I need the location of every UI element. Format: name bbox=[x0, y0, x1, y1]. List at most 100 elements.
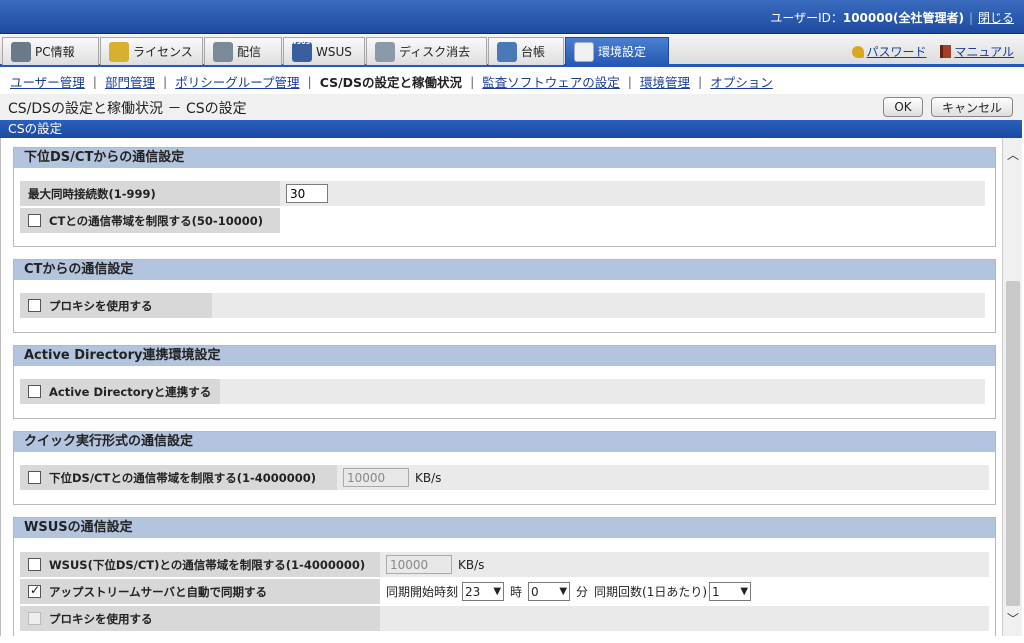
ct-proxy-checkbox[interactable] bbox=[28, 299, 41, 312]
group-title: CTからの通信設定 bbox=[14, 260, 995, 280]
section-title: CSの設定 bbox=[0, 120, 1022, 138]
unit-label: KB/s bbox=[458, 557, 485, 572]
ad-link-checkbox[interactable] bbox=[28, 385, 41, 398]
ledger-icon bbox=[497, 41, 517, 62]
tab-license[interactable]: ライセンス bbox=[100, 37, 203, 65]
wsus-bandwidth-row: WSUS(下位DS/CT)との通信帯域を制限する(1-4000000) KB/s bbox=[20, 552, 989, 578]
scrollbar-thumb[interactable] bbox=[1006, 281, 1020, 606]
max-connections-label: 最大同時接続数(1-999) bbox=[20, 181, 280, 207]
tab-label: ライセンス bbox=[133, 45, 193, 59]
wsus-proxy-value-cell bbox=[380, 606, 989, 632]
group-title: WSUSの通信設定 bbox=[14, 518, 995, 538]
tab-label: 台帳 bbox=[521, 45, 546, 59]
ok-button[interactable]: OK bbox=[883, 97, 923, 117]
distribution-icon bbox=[213, 41, 233, 62]
subnav-options[interactable]: オプション bbox=[710, 72, 773, 91]
tab-disk-erase[interactable]: ディスク消去 bbox=[366, 37, 487, 65]
tab-ledger[interactable]: 台帳 bbox=[488, 37, 564, 65]
divider: | bbox=[307, 73, 312, 89]
sync-hour-value: 23 bbox=[465, 584, 481, 599]
wsus-bandwidth-input[interactable] bbox=[386, 555, 452, 574]
wsus-proxy-row: プロキシを使用する bbox=[20, 606, 989, 632]
wsus-proxy-checkbox[interactable] bbox=[28, 612, 41, 625]
chevron-down-icon: ▼ bbox=[493, 586, 502, 597]
ct-proxy-row: プロキシを使用する bbox=[20, 293, 985, 319]
pc-icon bbox=[11, 41, 31, 62]
wsus-bandwidth-label: WSUS(下位DS/CT)との通信帯域を制限する(1-4000000) bbox=[49, 557, 366, 572]
ct-bandwidth-label-cell: CTとの通信帯域を制限する(50-10000) bbox=[20, 208, 280, 234]
tab-settings[interactable]: 環境設定 bbox=[565, 37, 669, 65]
key-icon bbox=[851, 46, 864, 58]
wsus-sync-label-cell: アップストリームサーバと自動で同期する bbox=[20, 579, 380, 605]
tab-label: 配信 bbox=[237, 45, 262, 59]
ct-bandwidth-row: CTとの通信帯域を制限する(50-10000) bbox=[20, 208, 985, 234]
page-header: CS/DSの設定と稼働状況 － CSの設定 OK キャンセル bbox=[0, 94, 1024, 120]
max-connections-row: 最大同時接続数(1-999) bbox=[20, 181, 985, 207]
divider: | bbox=[470, 73, 475, 89]
quick-bandwidth-value-cell: KB/s bbox=[337, 465, 989, 491]
quick-bandwidth-input[interactable] bbox=[343, 468, 409, 487]
group-wsus-communication: WSUSの通信設定 WSUS(下位DS/CT)との通信帯域を制限する(1-400… bbox=[13, 517, 996, 636]
wsus-proxy-label: プロキシを使用する bbox=[49, 611, 153, 626]
user-id-label: ユーザーID： bbox=[770, 11, 843, 25]
ct-bandwidth-value-cell bbox=[280, 208, 985, 234]
ad-link-label: Active Directoryと連携する bbox=[49, 384, 212, 399]
wsus-bandwidth-label-cell: WSUS(下位DS/CT)との通信帯域を制限する(1-4000000) bbox=[20, 552, 380, 578]
user-id-value: 100000(全社管理者) bbox=[842, 11, 964, 25]
wsus-sync-checkbox[interactable] bbox=[28, 583, 41, 598]
wsus-proxy-label-cell: プロキシを使用する bbox=[20, 606, 380, 632]
manual-link[interactable]: マニュアル bbox=[954, 45, 1014, 59]
tab-distribution[interactable]: 配信 bbox=[204, 37, 282, 65]
sync-hour-select[interactable]: 23 ▼ bbox=[462, 582, 505, 601]
subnav-audit-software[interactable]: 監査ソフトウェアの設定 bbox=[482, 72, 620, 91]
chevron-down-icon: ▼ bbox=[559, 586, 568, 597]
settings-tools-icon bbox=[574, 41, 594, 62]
max-connections-value-cell bbox=[280, 181, 985, 207]
tab-label: 環境設定 bbox=[598, 45, 647, 59]
group-title: クイック実行形式の通信設定 bbox=[14, 432, 995, 452]
ad-link-label-cell: Active Directoryと連携する bbox=[20, 379, 220, 405]
wsus-icon bbox=[290, 39, 312, 62]
sub-navigation: ユーザー管理 | 部門管理 | ポリシーグループ管理 | CS/DSの設定と稼働状況 |… bbox=[0, 70, 1024, 92]
scroll-down-icon[interactable]: ﹀ bbox=[1003, 610, 1023, 628]
top-right-links: パスワード マニュアル bbox=[851, 43, 1014, 60]
subnav-department-management[interactable]: 部門管理 bbox=[105, 72, 155, 91]
quick-bandwidth-checkbox[interactable] bbox=[28, 471, 41, 484]
divider: | bbox=[163, 73, 168, 89]
cancel-button[interactable]: キャンセル bbox=[931, 97, 1013, 117]
subnav-user-management[interactable]: ユーザー管理 bbox=[10, 72, 85, 91]
group-active-directory: Active Directory連携環境設定 Active Directoryと… bbox=[13, 345, 996, 419]
vertical-scrollbar[interactable]: ︿ ﹀ bbox=[1002, 138, 1022, 636]
sync-count-value: 1 bbox=[712, 584, 720, 599]
sync-minute-value: 0 bbox=[531, 584, 539, 599]
sync-count-label: 同期回数(1日あたり) bbox=[594, 585, 708, 599]
tab-pc-info[interactable]: PC情報 bbox=[2, 37, 99, 65]
minute-unit: 分 bbox=[576, 585, 589, 599]
subnav-environment-management[interactable]: 環境管理 bbox=[640, 72, 690, 91]
license-icon bbox=[109, 41, 129, 62]
scroll-up-icon[interactable]: ︿ bbox=[1003, 146, 1023, 164]
group-title: 下位DS/CTからの通信設定 bbox=[14, 148, 995, 168]
tab-label: ディスク消去 bbox=[399, 45, 471, 59]
group-lower-communication: 下位DS/CTからの通信設定 最大同時接続数(1-999) CTとの通信帯域を制… bbox=[13, 147, 996, 247]
ct-proxy-label-cell: プロキシを使用する bbox=[20, 293, 212, 319]
subnav-policy-group-management[interactable]: ポリシーグループ管理 bbox=[175, 72, 299, 91]
wsus-sync-label: アップストリームサーバと自動で同期する bbox=[49, 584, 268, 599]
tab-wsus[interactable]: WSUS bbox=[283, 37, 365, 65]
ct-bandwidth-checkbox[interactable] bbox=[28, 214, 41, 227]
wsus-sync-value-cell: 同期開始時刻 23 ▼ 時 0 ▼ 分 同期回数(1日あたり) 1 ▼ bbox=[380, 579, 989, 605]
tab-label: WSUS bbox=[316, 44, 352, 59]
wsus-bandwidth-checkbox[interactable] bbox=[28, 558, 41, 571]
divider: | bbox=[627, 73, 633, 89]
tab-label: PC情報 bbox=[35, 45, 75, 59]
group-ct-communication: CTからの通信設定 プロキシを使用する bbox=[13, 259, 996, 333]
quick-bandwidth-row: 下位DS/CTとの通信帯域を制限する(1-4000000) KB/s bbox=[20, 465, 989, 491]
divider: | bbox=[968, 11, 973, 25]
user-info: ユーザーID：100000(全社管理者) | 閉じる bbox=[770, 9, 1014, 26]
sync-minute-select[interactable]: 0 ▼ bbox=[528, 582, 571, 601]
password-link[interactable]: パスワード bbox=[867, 45, 927, 59]
max-connections-input[interactable] bbox=[286, 184, 328, 203]
close-link[interactable]: 閉じる bbox=[978, 11, 1014, 25]
ct-proxy-label: プロキシを使用する bbox=[49, 298, 153, 313]
sync-count-select[interactable]: 1 ▼ bbox=[709, 582, 752, 601]
